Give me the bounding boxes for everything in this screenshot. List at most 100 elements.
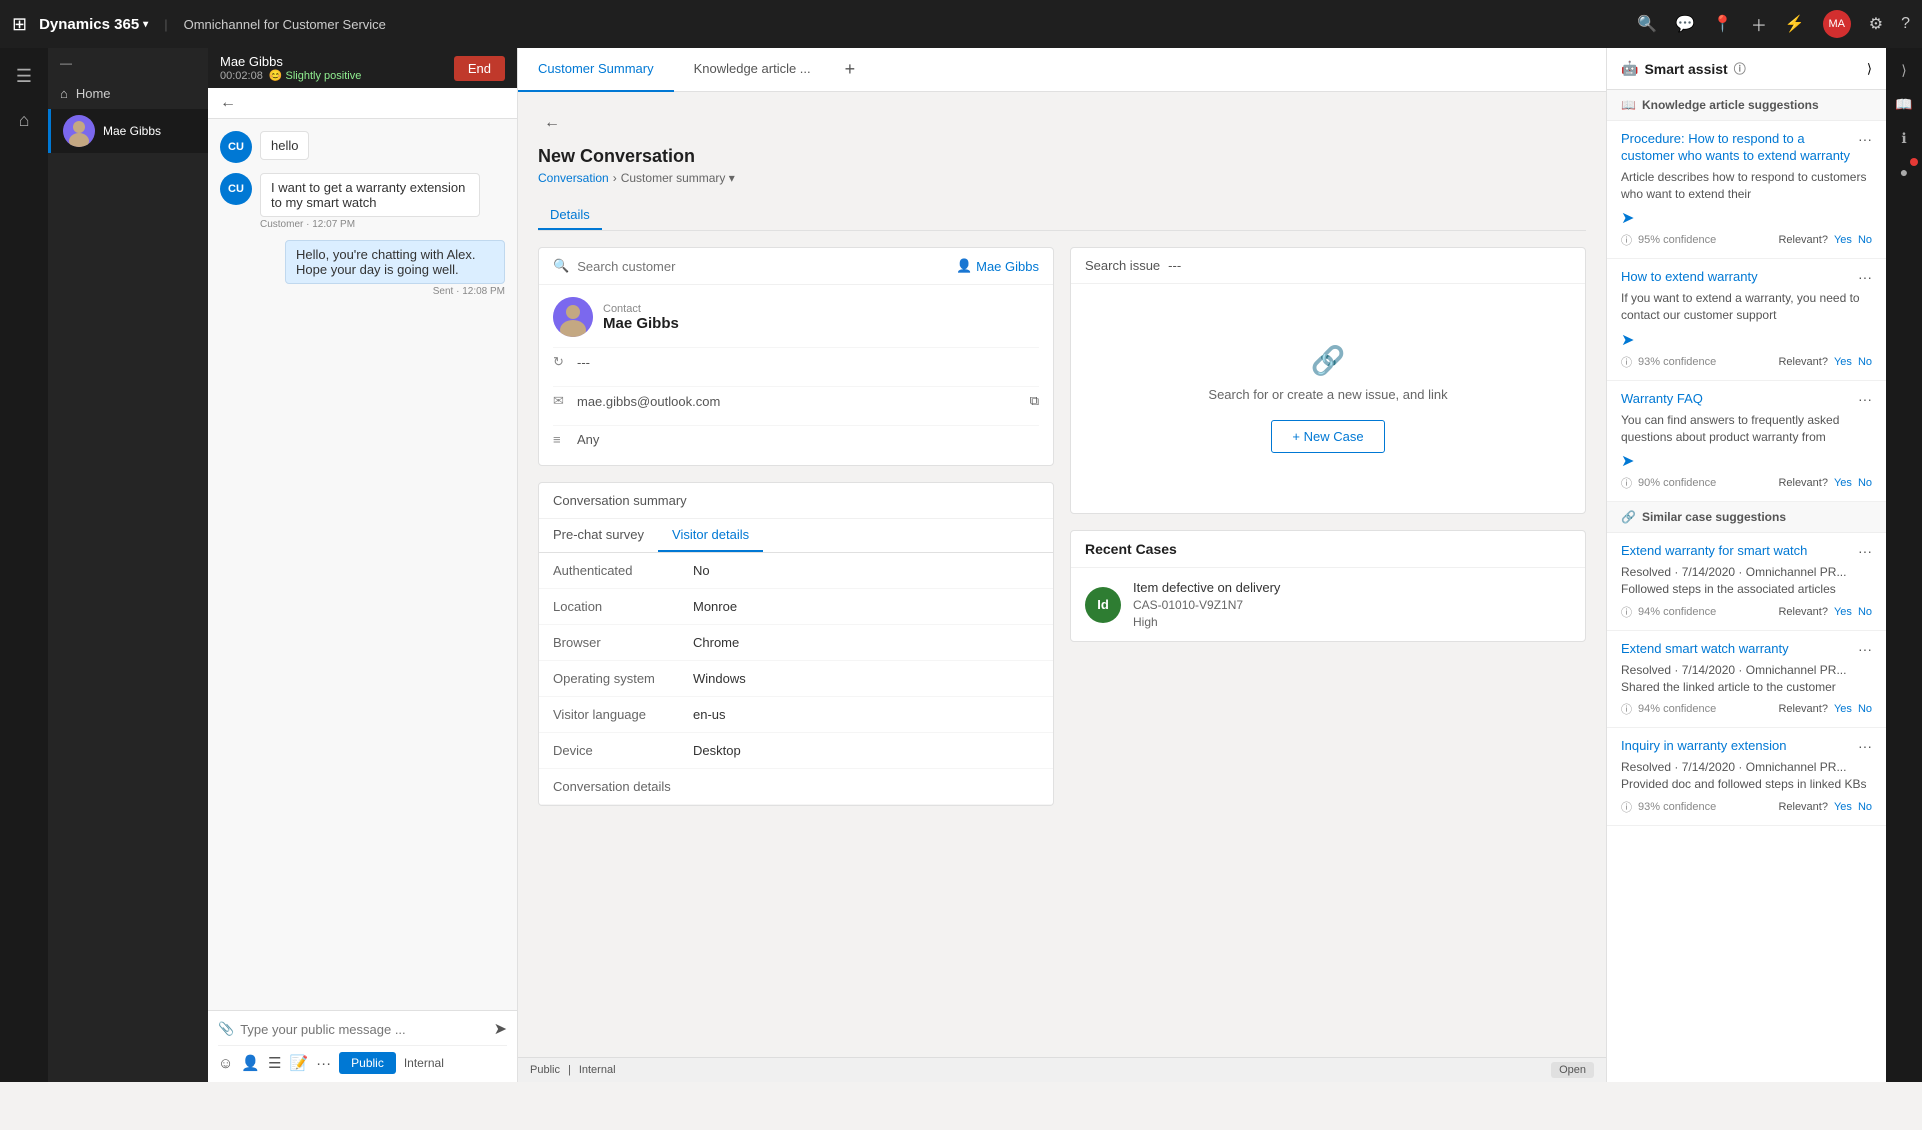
smart-item-title-3[interactable]: Warranty FAQ [1621, 391, 1858, 408]
detail-row-os: Operating system Windows [539, 661, 1053, 697]
yes-no-6: Yes No [1834, 801, 1872, 813]
strip-icon-2[interactable]: ℹ [1890, 124, 1918, 152]
back-button[interactable]: ← [220, 94, 236, 112]
smart-item-title-6[interactable]: Inquiry in warranty extension [1621, 738, 1858, 755]
message-row-2: CU I want to get a warranty extension to… [220, 173, 505, 230]
info-icon[interactable]: ⓘ [1734, 60, 1746, 77]
notes-button[interactable]: 📝 [289, 1054, 308, 1072]
pre-chat-tab[interactable]: Pre-chat survey [539, 519, 658, 552]
smart-item-title-4[interactable]: Extend warranty for smart watch [1621, 543, 1858, 560]
minimize-icon[interactable]: — [60, 56, 72, 70]
yes-btn-4[interactable]: Yes [1834, 606, 1852, 618]
send-article-3[interactable]: ➤ [1621, 451, 1634, 471]
smart-item-menu-3[interactable]: ··· [1858, 391, 1872, 407]
contact-name-area: Contact Mae Gibbs [603, 303, 679, 332]
robot-icon: 🤖 [1621, 60, 1638, 77]
kb-button[interactable]: 👤 [241, 1054, 260, 1072]
location-icon[interactable]: 📍 [1713, 14, 1733, 34]
expand-icon[interactable]: ⟩ [1867, 61, 1872, 77]
smart-item-menu-5[interactable]: ··· [1858, 641, 1872, 657]
relevant-label-6: Relevant? [1778, 801, 1828, 813]
send-article-1[interactable]: ➤ [1621, 208, 1634, 228]
internal-button[interactable]: Internal [404, 1056, 444, 1070]
smart-item-title-2[interactable]: How to extend warranty [1621, 269, 1858, 286]
home-nav-item[interactable]: ⌂ Home [48, 78, 208, 109]
help-icon[interactable]: ? [1901, 15, 1910, 33]
yes-btn-5[interactable]: Yes [1834, 703, 1852, 715]
chat-icon[interactable]: 💬 [1675, 14, 1695, 34]
list-button[interactable]: ☰ [268, 1054, 281, 1072]
search-issue-row: Search issue --- [1071, 248, 1585, 284]
conv-summary-title: Conversation summary [553, 493, 687, 508]
plus-icon[interactable]: ＋ [1751, 12, 1767, 36]
no-btn-5[interactable]: No [1858, 703, 1872, 715]
tabs-bar: Customer Summary Knowledge article ... + [518, 48, 1606, 92]
yes-no-1: Yes No [1834, 234, 1872, 246]
yes-btn-2[interactable]: Yes [1834, 356, 1852, 368]
smart-item-title-5[interactable]: Extend smart watch warranty [1621, 641, 1858, 658]
user-avatar[interactable]: MA [1823, 10, 1851, 38]
public-button[interactable]: Public [339, 1052, 396, 1074]
strip-icon-1[interactable]: 📖 [1890, 90, 1918, 118]
attachment-icon[interactable]: 📎 [218, 1021, 234, 1037]
settings-icon[interactable]: ⚙ [1869, 14, 1883, 34]
chat-session-item[interactable]: Mae Gibbs [48, 109, 208, 153]
filter-icon[interactable]: ⚡ [1785, 14, 1805, 34]
search-customer-input[interactable] [577, 259, 948, 274]
case-info-1: Item defective on delivery CAS-01010-V9Z… [1133, 580, 1280, 629]
no-btn-1[interactable]: No [1858, 234, 1872, 246]
new-case-button[interactable]: + New Case [1271, 420, 1384, 453]
yes-no-4: Yes No [1834, 606, 1872, 618]
yes-btn-1[interactable]: Yes [1834, 234, 1852, 246]
smart-item-menu-2[interactable]: ··· [1858, 269, 1872, 285]
strip-icon-notification[interactable]: ● [1890, 158, 1918, 186]
end-conversation-button[interactable]: End [454, 56, 505, 81]
search-icon[interactable]: 🔍 [1637, 14, 1657, 34]
app-grid-icon[interactable]: ⊞ [12, 14, 27, 35]
smart-item-menu-4[interactable]: ··· [1858, 543, 1872, 559]
breadcrumb-link[interactable]: Conversation [538, 171, 609, 185]
app-name-chevron: ▾ [143, 19, 148, 30]
yes-btn-6[interactable]: Yes [1834, 801, 1852, 813]
tab-knowledge-article[interactable]: Knowledge article ... [674, 48, 831, 92]
tab-customer-summary[interactable]: Customer Summary [518, 48, 674, 92]
yes-btn-3[interactable]: Yes [1834, 477, 1852, 489]
confidence-icon-1: ⓘ [1621, 232, 1632, 248]
smart-item-header-1: Procedure: How to respond to a customer … [1621, 131, 1872, 165]
send-button[interactable]: ➤ [494, 1019, 507, 1039]
more-button[interactable]: ··· [316, 1055, 331, 1072]
case-item-1[interactable]: Id Item defective on delivery CAS-01010-… [1071, 567, 1585, 641]
no-btn-4[interactable]: No [1858, 606, 1872, 618]
sidebar-home-icon[interactable]: ⌂ [4, 100, 44, 140]
no-btn-2[interactable]: No [1858, 356, 1872, 368]
issue-dots: --- [1168, 258, 1181, 273]
send-article-2[interactable]: ➤ [1621, 330, 1634, 350]
smart-item-menu-6[interactable]: ··· [1858, 738, 1872, 754]
smart-item-footer-3: ⓘ 90% confidence Relevant? Yes No [1621, 475, 1872, 491]
section-tab-details[interactable]: Details [538, 201, 602, 230]
confidence-2: 93% confidence [1638, 356, 1716, 368]
smart-item-header-5: Extend smart watch warranty ··· [1621, 641, 1872, 658]
visitor-details-tab[interactable]: Visitor details [658, 519, 763, 552]
chat-messages: CU hello CU I want to get a warranty ext… [208, 119, 517, 1010]
breadcrumb-current: Customer summary ▾ [621, 171, 735, 185]
sidebar-menu-icon[interactable]: ☰ [4, 56, 44, 96]
tab-add-button[interactable]: + [831, 48, 870, 92]
customer-link[interactable]: 👤 Mae Gibbs [956, 258, 1039, 274]
smart-item-menu-1[interactable]: ··· [1858, 131, 1872, 147]
strip-expand-icon[interactable]: ⟩ [1890, 56, 1918, 84]
emoji-button[interactable]: ☺ [218, 1055, 233, 1072]
chat-input[interactable] [240, 1022, 487, 1037]
conv-contact-name: Mae Gibbs [220, 54, 361, 69]
right-strip: ⟩ 📖 ℹ ● [1886, 48, 1922, 1082]
conv-summary-tabs: Pre-chat survey Visitor details [539, 519, 1053, 553]
smart-item-header-4: Extend warranty for smart watch ··· [1621, 543, 1872, 560]
copy-icon[interactable]: ⧉ [1030, 393, 1039, 409]
no-btn-6[interactable]: No [1858, 801, 1872, 813]
message-meta-3: Sent · 12:08 PM [433, 286, 505, 297]
conv-nav-row: ← [208, 88, 517, 119]
no-btn-3[interactable]: No [1858, 477, 1872, 489]
smart-item-title-1[interactable]: Procedure: How to respond to a customer … [1621, 131, 1858, 165]
app-name[interactable]: Dynamics 365 ▾ [39, 16, 148, 33]
content-back-button[interactable]: ← [538, 108, 566, 138]
